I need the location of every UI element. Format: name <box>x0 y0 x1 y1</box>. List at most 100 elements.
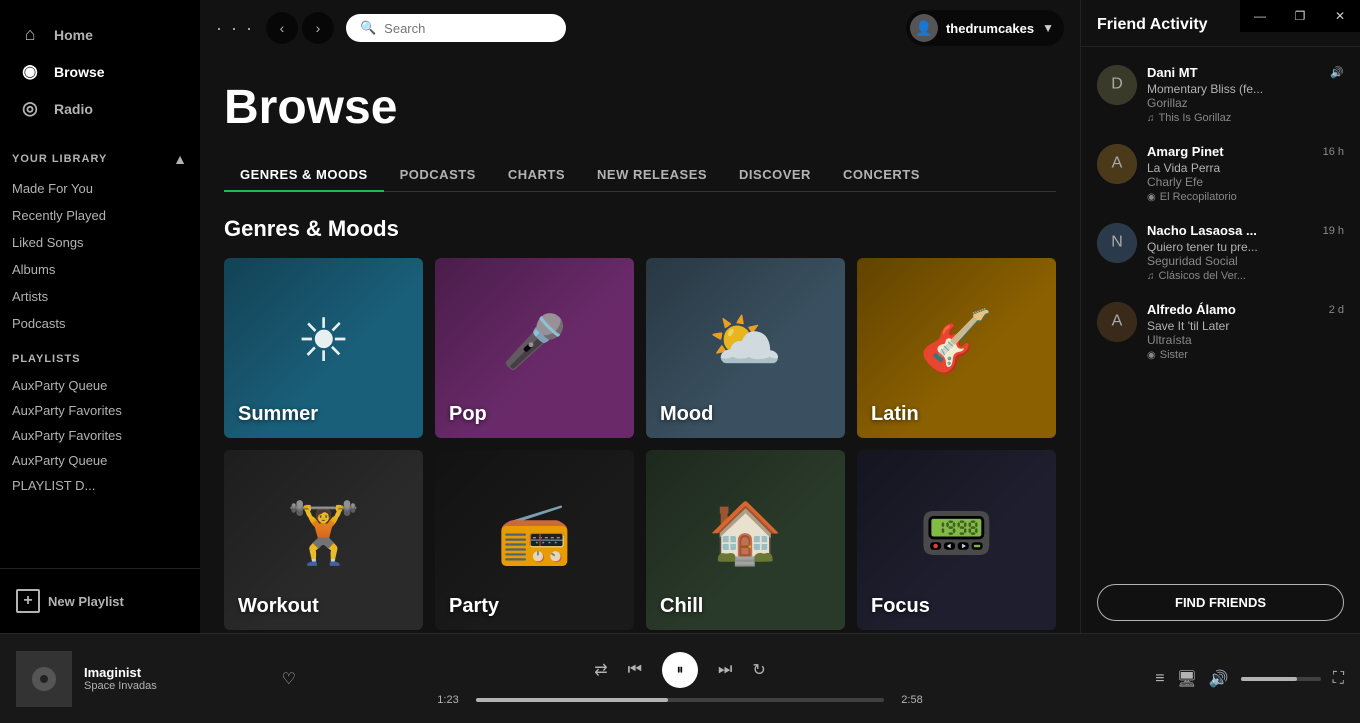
close-button[interactable]: ✕ <box>1320 0 1360 32</box>
sidebar-item-home[interactable]: ⌂ Home <box>8 16 192 53</box>
latin-icon: 🎸 <box>919 305 994 376</box>
new-playlist-button[interactable]: + New Playlist <box>12 581 188 621</box>
sidebar-playlist-auxparty-favorites-1[interactable]: AuxParty Favorites <box>0 398 200 423</box>
friend-time: 2 d <box>1329 304 1344 316</box>
next-button[interactable]: ⏭ <box>718 661 732 679</box>
sidebar-item-radio[interactable]: ◎ Radio <box>8 90 192 127</box>
search-input[interactable] <box>384 21 552 36</box>
devices-button[interactable]: 🖥 <box>1177 669 1197 689</box>
repeat-button[interactable]: ↻ <box>752 660 765 680</box>
friend-track: La Vida Perra <box>1147 161 1344 175</box>
sidebar-playlist-auxparty-queue-1[interactable]: AuxParty Queue <box>0 373 200 398</box>
progress-bar[interactable] <box>476 698 884 702</box>
volume-bar[interactable] <box>1241 677 1321 681</box>
sidebar-item-recently-played[interactable]: Recently Played <box>0 202 200 229</box>
tab-podcasts[interactable]: PODCASTS <box>384 159 492 192</box>
genre-card-chill[interactable]: 🏠 Chill <box>646 450 845 630</box>
genre-card-latin[interactable]: 🎸 Latin <box>857 258 1056 438</box>
tab-genres-moods[interactable]: GENRES & MOODS <box>224 159 384 192</box>
sidebar-item-liked-songs[interactable]: Liked Songs <box>0 229 200 256</box>
sidebar-item-label: Radio <box>54 101 93 117</box>
friend-item[interactable]: N Nacho Lasaosa ... 19 h Quiero tener tu… <box>1081 213 1360 292</box>
progress-fill <box>476 698 668 702</box>
browse-tabs: GENRES & MOODS PODCASTS CHARTS NEW RELEA… <box>224 159 1056 192</box>
like-button[interactable]: ♡ <box>282 669 296 689</box>
forward-button[interactable]: › <box>302 12 334 44</box>
genre-card-party[interactable]: 📻 Party <box>435 450 634 630</box>
search-bar[interactable]: 🔍 <box>346 14 566 42</box>
genre-card-summer[interactable]: ☀ Summer <box>224 258 423 438</box>
friend-item[interactable]: D Dani MT 🔊 Momentary Bliss (fe... Goril… <box>1081 55 1360 134</box>
sidebar-item-label: Browse <box>54 64 105 80</box>
tab-charts[interactable]: CHARTS <box>492 159 581 192</box>
back-button[interactable]: ‹ <box>266 12 298 44</box>
genre-card-pop[interactable]: 🎤 Pop <box>435 258 634 438</box>
app-container: ⌂ Home ◉ Browse ◎ Radio YOUR LIBRARY ▲ M… <box>0 0 1360 633</box>
shuffle-button[interactable]: ⇄ <box>594 660 607 680</box>
titlebar: — ❐ ✕ <box>1240 0 1360 32</box>
tab-discover[interactable]: DISCOVER <box>723 159 827 192</box>
player-left: Imaginist Space Invadas ♡ <box>16 651 296 707</box>
genre-card-label: Workout <box>238 595 319 618</box>
sidebar-item-browse[interactable]: ◉ Browse <box>8 53 192 90</box>
sidebar-item-albums[interactable]: Albums <box>0 256 200 283</box>
maximize-button[interactable]: ❐ <box>1280 0 1320 32</box>
volume-fill <box>1241 677 1297 681</box>
friend-playlist-row: ◉ Sister <box>1147 349 1344 361</box>
friend-item[interactable]: A Alfredo Álamo 2 d Save It 'til Later U… <box>1081 292 1360 371</box>
sidebar-item-artists[interactable]: Artists <box>0 283 200 310</box>
volume-icon: 🔊 <box>1209 669 1229 689</box>
focus-icon: 📟 <box>919 497 994 568</box>
friend-playlist: El Recopilatorio <box>1160 191 1237 203</box>
friend-name: Dani MT <box>1147 65 1198 80</box>
player-track-info: Imaginist Space Invadas <box>84 665 270 692</box>
player-right: ≡ 🖥 🔊 ⛶ <box>1064 669 1344 689</box>
speaker-icon: 🔊 <box>1330 66 1344 79</box>
tab-concerts[interactable]: CONCERTS <box>827 159 936 192</box>
window-dots[interactable]: · · · <box>216 18 254 39</box>
friend-artist: Gorillaz <box>1147 96 1344 110</box>
tab-new-releases[interactable]: NEW RELEASES <box>581 159 723 192</box>
friend-info: Amarg Pinet 16 h La Vida Perra Charly Ef… <box>1147 144 1344 203</box>
friend-artist: Charly Efe <box>1147 175 1344 189</box>
genre-card-label: Pop <box>449 403 487 426</box>
previous-button[interactable]: ⏮ <box>628 661 642 679</box>
sidebar-item-podcasts[interactable]: Podcasts <box>0 310 200 337</box>
genre-card-workout[interactable]: 🏋 Workout <box>224 450 423 630</box>
sidebar-item-label: Home <box>54 27 93 43</box>
friend-playlist-row: ◉ El Recopilatorio <box>1147 191 1344 203</box>
user-area[interactable]: 👤 thedrumcakes ▼ <box>906 10 1064 46</box>
top-nav: · · · ‹ › 🔍 👤 thedrumcakes ▼ <box>200 0 1080 56</box>
genre-card-mood[interactable]: ⛅ Mood <box>646 258 845 438</box>
disc-icon: ◉ <box>1147 192 1156 203</box>
queue-button[interactable]: ≡ <box>1155 670 1164 688</box>
home-icon: ⌂ <box>20 24 40 45</box>
friend-time: 16 h <box>1323 146 1344 158</box>
summer-icon: ☀ <box>297 306 351 376</box>
sidebar-playlist-auxparty-queue-2[interactable]: AuxParty Queue <box>0 448 200 473</box>
genre-card-label: Summer <box>238 403 318 426</box>
music-note-icon: ♫ <box>1147 113 1155 124</box>
sidebar-playlist-auxparty-favorites-2[interactable]: AuxParty Favorites <box>0 423 200 448</box>
album-art <box>16 651 72 707</box>
sidebar-item-made-for-you[interactable]: Made For You <box>0 175 200 202</box>
avatar: A <box>1097 144 1137 184</box>
music-note-icon: ♫ <box>1147 271 1155 282</box>
minimize-button[interactable]: — <box>1240 0 1280 32</box>
fullscreen-button[interactable]: ⛶ <box>1333 670 1344 688</box>
friend-item[interactable]: A Amarg Pinet 16 h La Vida Perra Charly … <box>1081 134 1360 213</box>
search-icon: 🔍 <box>360 20 376 36</box>
chill-icon: 🏠 <box>708 497 783 568</box>
genre-grid: ☀ Summer 🎤 Pop ⛅ Mood 🎸 Latin <box>224 258 1056 630</box>
play-pause-button[interactable]: ⏸ <box>662 652 698 688</box>
genre-card-focus[interactable]: 📟 Focus <box>857 450 1056 630</box>
library-collapse-arrow[interactable]: ▲ <box>173 151 188 167</box>
find-friends-button[interactable]: FIND FRIENDS <box>1097 584 1344 621</box>
friend-name: Amarg Pinet <box>1147 144 1224 159</box>
friend-name-row: Amarg Pinet 16 h <box>1147 144 1344 159</box>
sidebar-playlist-d[interactable]: PLAYLIST D... <box>0 473 200 498</box>
friend-playlist-row: ♫ This Is Gorillaz <box>1147 112 1344 124</box>
friend-info: Alfredo Álamo 2 d Save It 'til Later Ult… <box>1147 302 1344 361</box>
browse-icon: ◉ <box>20 61 40 82</box>
main-content: · · · ‹ › 🔍 👤 thedrumcakes ▼ Browse <box>200 0 1080 633</box>
